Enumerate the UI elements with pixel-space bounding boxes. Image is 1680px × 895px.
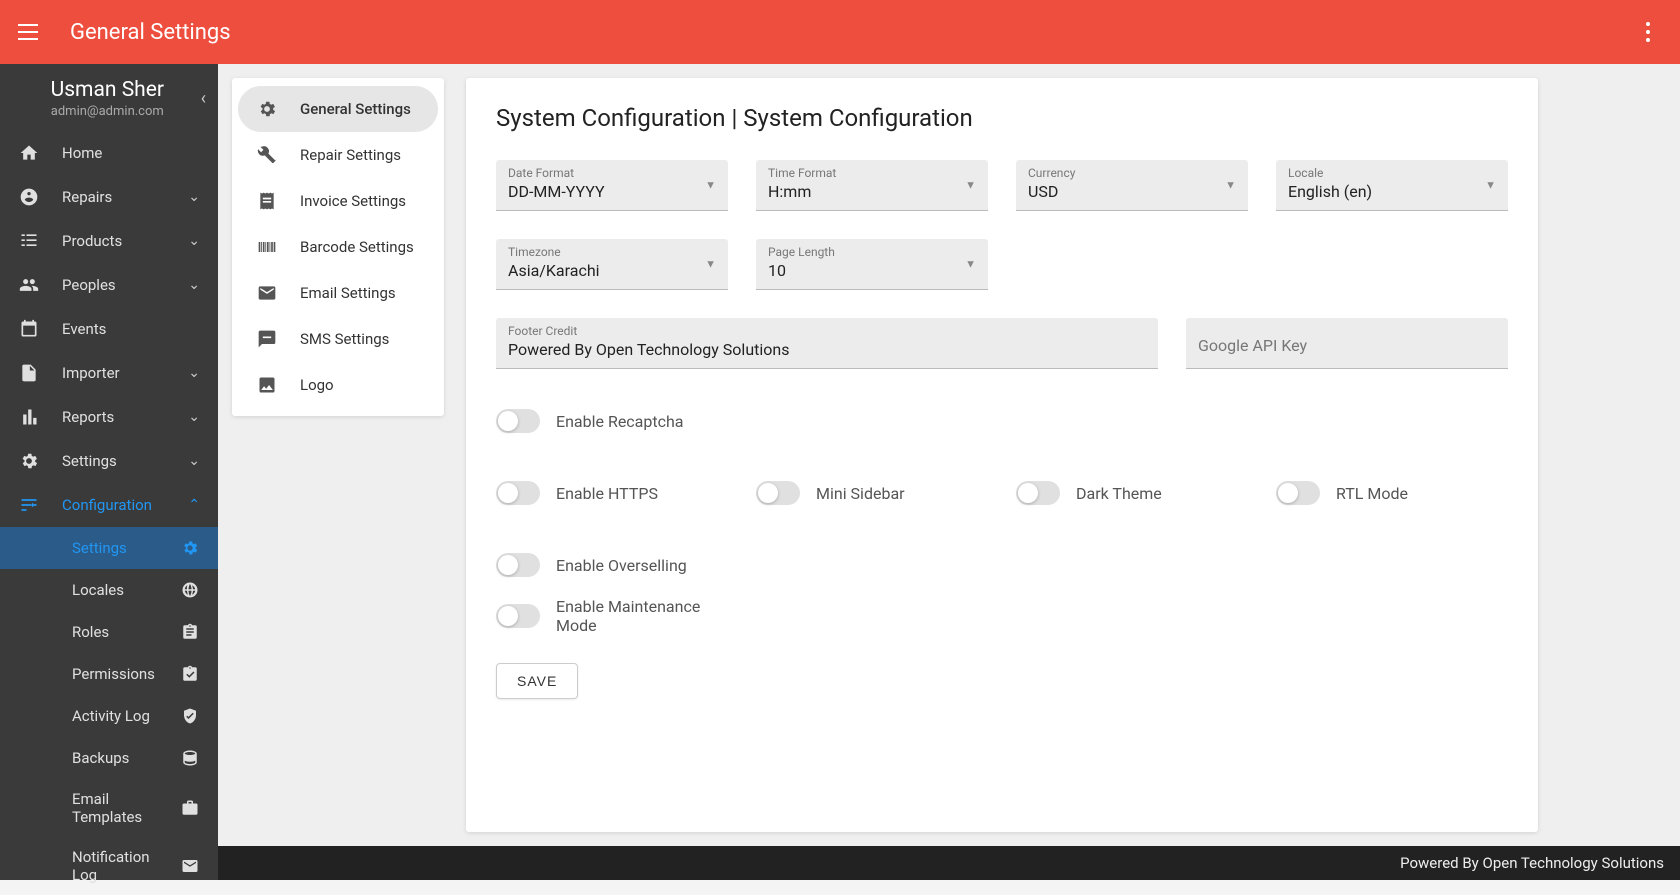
settings-nav-repair[interactable]: Repair Settings xyxy=(238,132,438,178)
sms-icon xyxy=(256,328,278,350)
overselling-toggle[interactable] xyxy=(496,553,540,577)
products-icon xyxy=(18,230,40,252)
chevron-down-icon: ⌄ xyxy=(188,409,200,425)
sidebar-item-events[interactable]: Events xyxy=(0,307,218,351)
https-toggle[interactable] xyxy=(496,481,540,505)
chevron-left-icon[interactable]: ‹ xyxy=(201,88,206,109)
date-format-select[interactable]: Date Format DD-MM-YYYY ▼ xyxy=(496,160,728,211)
calendar-icon xyxy=(18,318,40,340)
file-icon xyxy=(18,362,40,384)
google-api-input[interactable]: Google API Key xyxy=(1186,318,1508,369)
card-title: System Configuration | System Configurat… xyxy=(496,104,1508,132)
chevron-down-icon: ⌄ xyxy=(188,453,200,469)
barcode-icon xyxy=(256,236,278,258)
chevron-down-icon: ⌄ xyxy=(188,189,200,205)
home-icon xyxy=(18,142,40,164)
page-title: General Settings xyxy=(70,20,231,45)
config-card: System Configuration | System Configurat… xyxy=(466,78,1538,832)
sidebar-sub-notification-log[interactable]: Notification Log xyxy=(0,837,218,895)
clipboard-check-icon xyxy=(180,664,200,684)
footer-credit-input[interactable]: Footer Credit Powered By Open Technology… xyxy=(496,318,1158,369)
sliders-icon xyxy=(18,494,40,516)
clipboard-icon xyxy=(180,622,200,642)
sidebar-item-peoples[interactable]: Peoples ⌄ xyxy=(0,263,218,307)
wrench-icon xyxy=(256,144,278,166)
mini-sidebar-toggle[interactable] xyxy=(756,481,800,505)
settings-nav-logo[interactable]: Logo xyxy=(238,362,438,408)
chevron-down-icon: ⌄ xyxy=(188,233,200,249)
settings-nav-barcode[interactable]: Barcode Settings xyxy=(238,224,438,270)
chevron-down-icon: ▼ xyxy=(705,179,716,192)
mail-icon xyxy=(256,282,278,304)
settings-nav-sms[interactable]: SMS Settings xyxy=(238,316,438,362)
more-icon[interactable] xyxy=(1634,18,1662,46)
save-button[interactable]: SAVE xyxy=(496,663,578,699)
settings-nav-email[interactable]: Email Settings xyxy=(238,270,438,316)
mail-icon xyxy=(180,856,200,876)
chevron-down-icon: ⌄ xyxy=(188,277,200,293)
maintenance-toggle[interactable] xyxy=(496,604,540,628)
sidebar-item-home[interactable]: Home xyxy=(0,131,218,175)
settings-nav-invoice[interactable]: Invoice Settings xyxy=(238,178,438,224)
sidebar-sub-email-templates[interactable]: Email Templates xyxy=(0,779,218,837)
locale-select[interactable]: Locale English (en) ▼ xyxy=(1276,160,1508,211)
menu-icon[interactable] xyxy=(18,18,46,46)
footer-credit: Powered By Open Technology Solutions xyxy=(218,846,1680,880)
topbar: General Settings xyxy=(0,0,1680,64)
sidebar: Usman Sher admin@admin.com ‹ Home Repair… xyxy=(0,64,218,880)
user-email: admin@admin.com xyxy=(14,104,201,119)
gear-icon xyxy=(256,98,278,120)
chevron-down-icon: ▼ xyxy=(965,258,976,271)
time-format-select[interactable]: Time Format H:mm ▼ xyxy=(756,160,988,211)
people-icon xyxy=(18,274,40,296)
sidebar-item-repairs[interactable]: Repairs ⌄ xyxy=(0,175,218,219)
user-name: Usman Sher xyxy=(14,78,201,102)
sidebar-sub-backups[interactable]: Backups xyxy=(0,737,218,779)
chevron-down-icon: ▼ xyxy=(1225,179,1236,192)
chevron-down-icon: ▼ xyxy=(965,179,976,192)
sidebar-sub-permissions[interactable]: Permissions xyxy=(0,653,218,695)
database-icon xyxy=(180,748,200,768)
rtl-toggle[interactable] xyxy=(1276,481,1320,505)
gear-icon xyxy=(18,450,40,472)
chevron-down-icon: ▼ xyxy=(1485,179,1496,192)
briefcase-icon xyxy=(180,798,200,818)
sidebar-sub-activity-log[interactable]: Activity Log xyxy=(0,695,218,737)
sidebar-item-products[interactable]: Products ⌄ xyxy=(0,219,218,263)
settings-nav: General Settings Repair Settings Invoice… xyxy=(232,78,444,416)
settings-nav-general[interactable]: General Settings xyxy=(238,86,438,132)
receipt-icon xyxy=(256,190,278,212)
chart-icon xyxy=(18,406,40,428)
recaptcha-toggle[interactable] xyxy=(496,409,540,433)
repairs-icon xyxy=(18,186,40,208)
chevron-up-icon: ⌃ xyxy=(188,497,200,513)
sidebar-sub-settings[interactable]: Settings xyxy=(0,527,218,569)
user-block: Usman Sher admin@admin.com ‹ xyxy=(0,64,218,131)
shield-icon xyxy=(180,706,200,726)
timezone-select[interactable]: Timezone Asia/Karachi ▼ xyxy=(496,239,728,290)
chevron-down-icon: ▼ xyxy=(705,258,716,271)
sidebar-item-settings[interactable]: Settings ⌄ xyxy=(0,439,218,483)
dark-theme-toggle[interactable] xyxy=(1016,481,1060,505)
sidebar-item-configuration[interactable]: Configuration ⌃ xyxy=(0,483,218,527)
sidebar-item-reports[interactable]: Reports ⌄ xyxy=(0,395,218,439)
sidebar-sub-roles[interactable]: Roles xyxy=(0,611,218,653)
chevron-down-icon: ⌄ xyxy=(188,365,200,381)
currency-select[interactable]: Currency USD ▼ xyxy=(1016,160,1248,211)
globe-icon xyxy=(180,580,200,600)
image-icon xyxy=(256,374,278,396)
sidebar-sub-locales[interactable]: Locales xyxy=(0,569,218,611)
page-length-select[interactable]: Page Length 10 ▼ xyxy=(756,239,988,290)
gear-icon xyxy=(180,538,200,558)
sidebar-item-importer[interactable]: Importer ⌄ xyxy=(0,351,218,395)
